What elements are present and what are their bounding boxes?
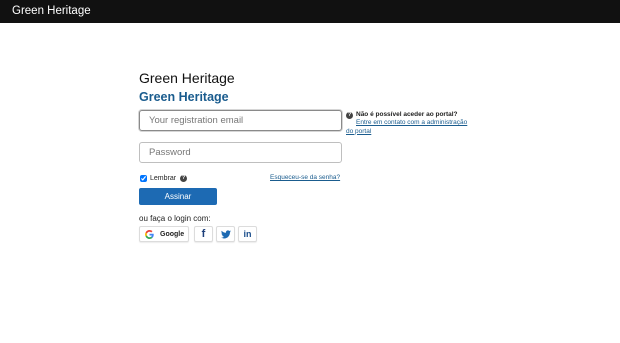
- social-login-label: ou faça o login com:: [139, 214, 211, 223]
- remember-checkbox[interactable]: [140, 174, 147, 182]
- twitter-icon: [220, 229, 231, 238]
- sign-in-button[interactable]: Assinar: [139, 188, 217, 205]
- facebook-login-button[interactable]: f: [194, 226, 213, 242]
- access-notice: ? Não é possível aceder ao portal?: [346, 111, 458, 119]
- linkedin-icon: in: [243, 229, 252, 239]
- top-navbar: Green Heritage: [0, 0, 620, 23]
- site-title: Green Heritage: [139, 90, 229, 104]
- google-label: Google: [160, 230, 185, 238]
- email-field[interactable]: [139, 110, 342, 131]
- remember-label: Lembrar: [150, 174, 177, 182]
- google-login-button[interactable]: Google: [139, 226, 189, 242]
- question-icon: ?: [346, 111, 353, 119]
- linkedin-login-button[interactable]: in: [238, 226, 257, 242]
- twitter-login-button[interactable]: [216, 226, 235, 242]
- google-icon: [145, 229, 154, 239]
- remember-row: Lembrar ?: [139, 173, 188, 183]
- password-field[interactable]: [139, 142, 342, 163]
- notice-title: Não é possível aceder ao portal?: [356, 111, 458, 118]
- forgot-password-link[interactable]: Esqueceu-se da senha?: [270, 174, 340, 181]
- help-icon[interactable]: ?: [180, 174, 188, 182]
- brand-link[interactable]: Green Heritage: [12, 4, 91, 18]
- contact-admin-link[interactable]: Entre em contato com a administração do …: [346, 119, 471, 136]
- facebook-icon: f: [201, 228, 206, 240]
- page-title: Green Heritage: [139, 70, 235, 86]
